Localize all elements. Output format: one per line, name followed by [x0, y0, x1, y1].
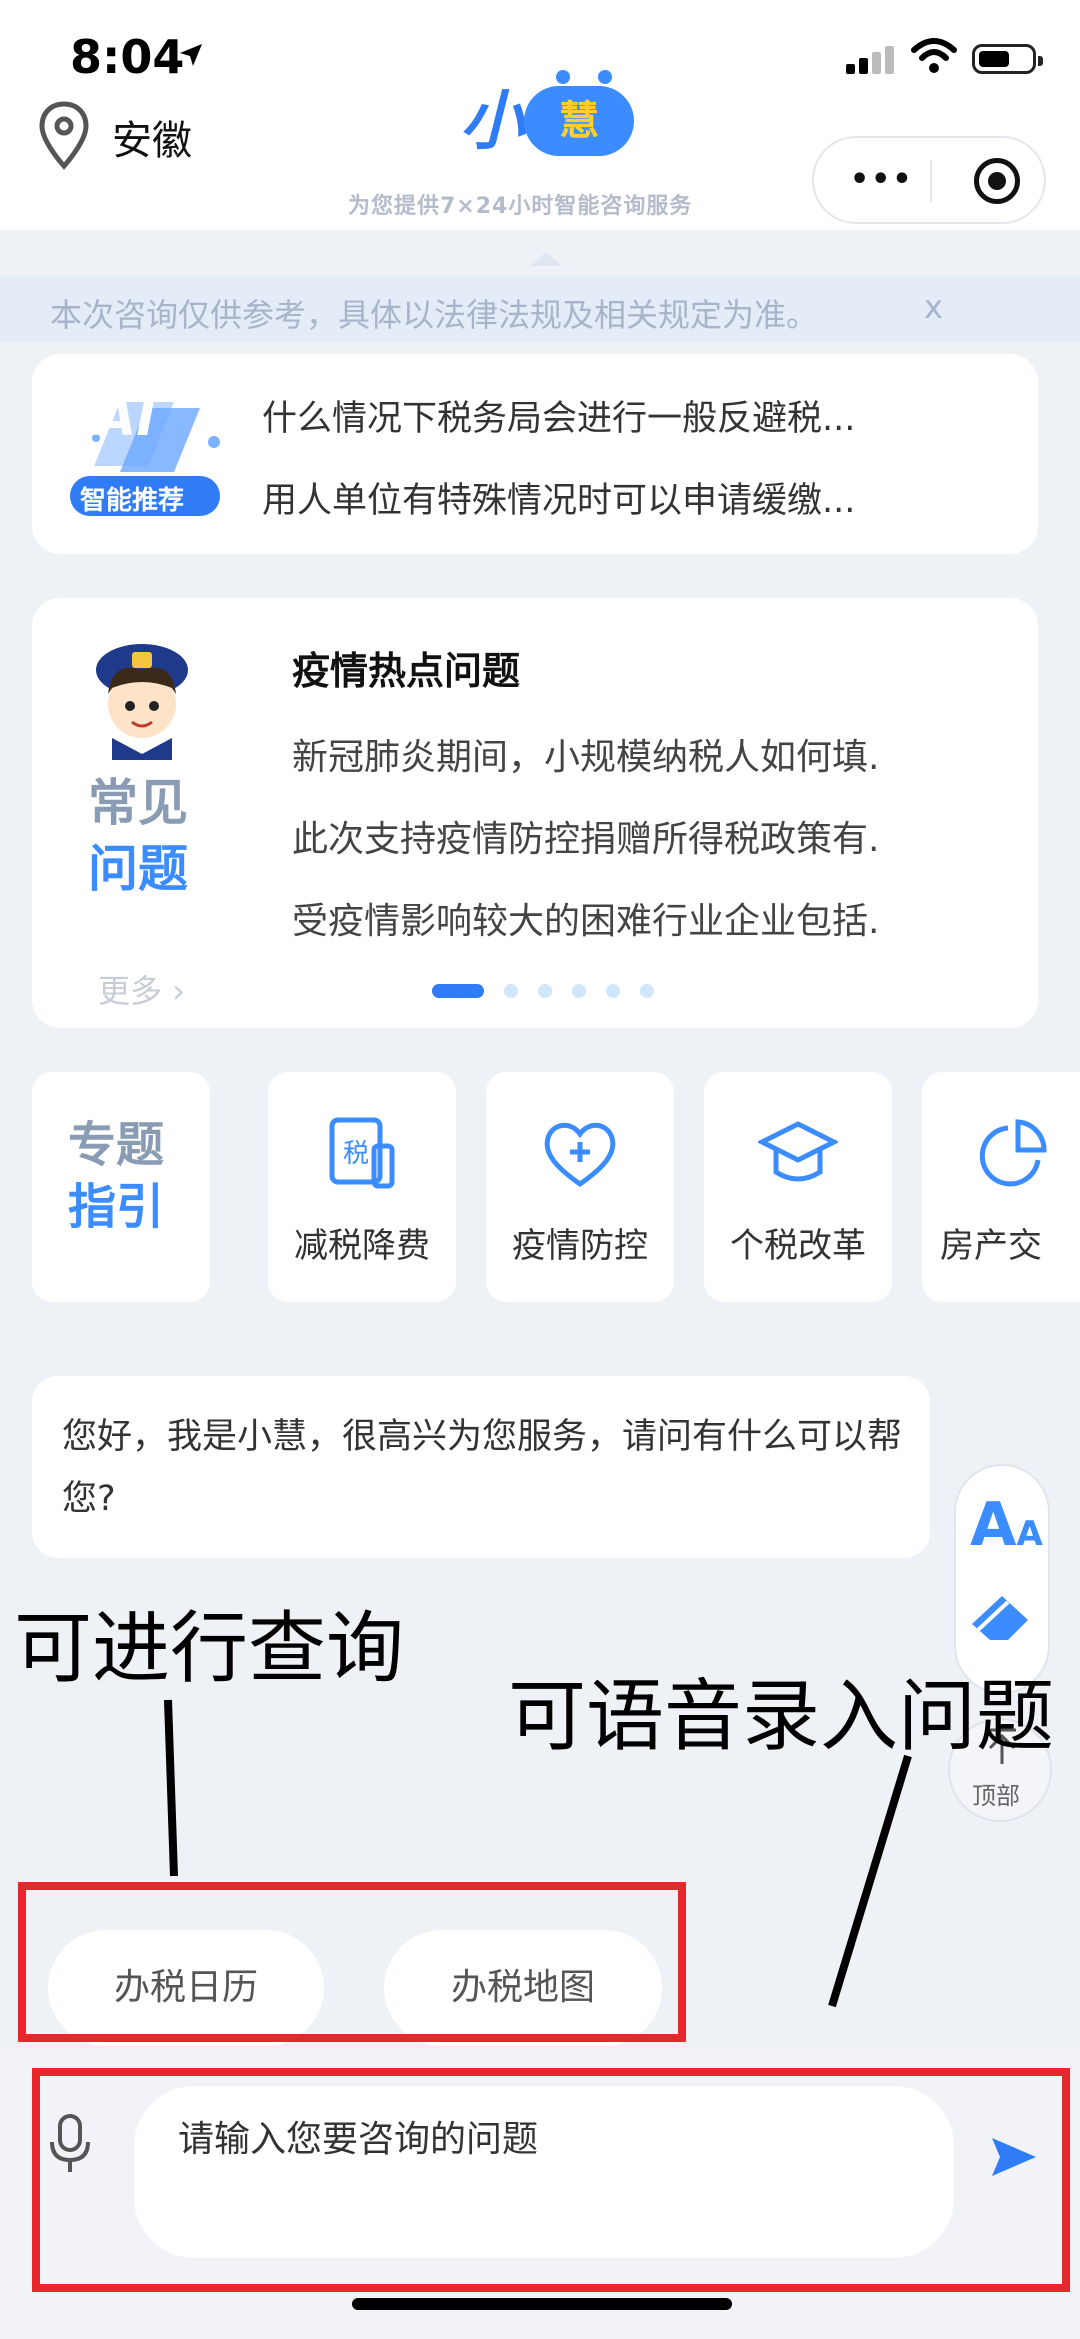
annotation-highlight-box: [32, 2068, 1070, 2292]
home-indicator: [352, 2298, 732, 2310]
annotation-highlight-box: [18, 1882, 686, 2042]
